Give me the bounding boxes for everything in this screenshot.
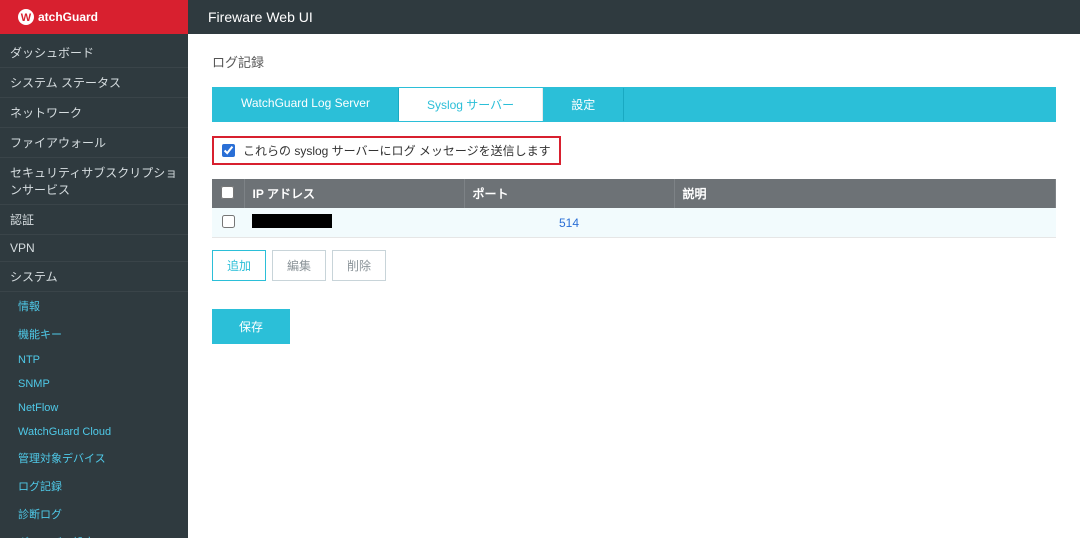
cell-desc	[674, 208, 1056, 238]
sidebar-subitem[interactable]: ログ記録	[0, 472, 188, 500]
cell-ip	[244, 208, 464, 238]
topbar: Fireware Web UI	[188, 0, 1080, 34]
sidebar-subitem[interactable]: NetFlow	[0, 396, 188, 420]
sidebar: W atchGuard ダッシュボードシステム ステータスネットワークファイアウ…	[0, 0, 188, 538]
row-checkbox[interactable]	[222, 215, 235, 228]
table-row[interactable]: 514	[212, 208, 1056, 238]
sidebar-item[interactable]: セキュリティサブスクリプションサービス	[0, 158, 188, 205]
enable-syslog-checkbox[interactable]	[222, 144, 235, 157]
table-header-select[interactable]	[212, 179, 244, 208]
save-button[interactable]: 保存	[212, 309, 290, 344]
sidebar-item[interactable]: VPN	[0, 235, 188, 262]
edit-button[interactable]: 編集	[272, 250, 326, 281]
sidebar-item[interactable]: ダッシュボード	[0, 38, 188, 68]
sidebar-subitem[interactable]: 診断ログ	[0, 500, 188, 528]
cell-port: 514	[464, 208, 674, 238]
add-button[interactable]: 追加	[212, 250, 266, 281]
brand-logo: W atchGuard	[0, 0, 188, 34]
table-header-ip: IP アドレス	[244, 179, 464, 208]
app-title: Fireware Web UI	[208, 9, 313, 25]
enable-syslog-label: これらの syslog サーバーにログ メッセージを送信します	[243, 142, 551, 159]
syslog-table: IP アドレス ポート 説明 514	[212, 179, 1056, 238]
ip-redacted	[252, 214, 332, 228]
sidebar-item[interactable]: システム	[0, 262, 188, 292]
enable-syslog-row: これらの syslog サーバーにログ メッセージを送信します	[212, 136, 561, 165]
page-title: ログ記録	[212, 52, 1056, 71]
tab[interactable]: WatchGuard Log Server	[213, 88, 399, 121]
sidebar-subitem[interactable]: SNMP	[0, 372, 188, 396]
tab[interactable]: Syslog サーバー	[399, 88, 543, 121]
table-header-desc: 説明	[674, 179, 1056, 208]
select-all-checkbox[interactable]	[221, 186, 234, 199]
remove-button[interactable]: 削除	[332, 250, 386, 281]
sidebar-subitem[interactable]: 機能キー	[0, 320, 188, 348]
sidebar-item[interactable]: ファイアウォール	[0, 128, 188, 158]
sidebar-item[interactable]: ネットワーク	[0, 98, 188, 128]
tab[interactable]: 設定	[543, 88, 624, 121]
sidebar-subitem[interactable]: 情報	[0, 292, 188, 320]
svg-text:W: W	[21, 12, 32, 24]
table-button-row: 追加 編集 削除	[212, 250, 1056, 281]
content: ログ記録 WatchGuard Log ServerSyslog サーバー設定 …	[188, 34, 1080, 538]
svg-text:atchGuard: atchGuard	[38, 10, 98, 24]
sidebar-item[interactable]: 認証	[0, 205, 188, 235]
table-header-port: ポート	[464, 179, 674, 208]
tabbar: WatchGuard Log ServerSyslog サーバー設定	[212, 87, 1056, 122]
sidebar-subitem[interactable]: NTP	[0, 348, 188, 372]
sidebar-subitem[interactable]: グローバル設定	[0, 528, 188, 538]
sidebar-nav: ダッシュボードシステム ステータスネットワークファイアウォールセキュリティサブス…	[0, 34, 188, 538]
sidebar-item[interactable]: システム ステータス	[0, 68, 188, 98]
sidebar-subitem[interactable]: 管理対象デバイス	[0, 444, 188, 472]
sidebar-subitem[interactable]: WatchGuard Cloud	[0, 420, 188, 444]
